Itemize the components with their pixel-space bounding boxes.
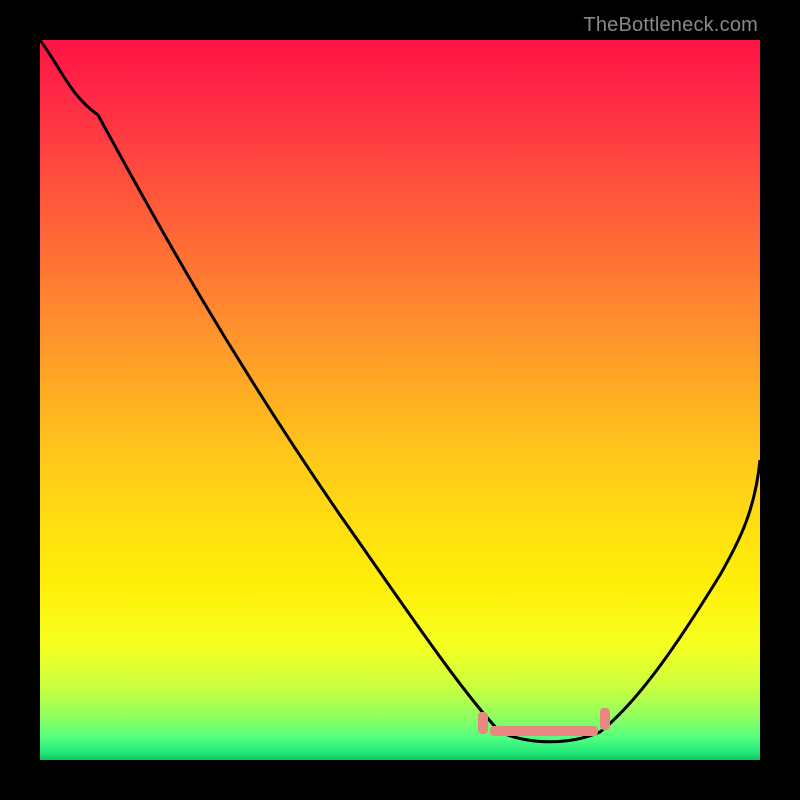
highlight-vertical-left (478, 712, 488, 734)
bottleneck-curve (40, 40, 760, 760)
plot-area (40, 40, 760, 760)
watermark-text: TheBottleneck.com (583, 14, 758, 37)
highlight-vertical-right (600, 708, 610, 730)
highlight-horizontal (490, 726, 598, 736)
chart-frame: TheBottleneck.com (0, 0, 800, 800)
